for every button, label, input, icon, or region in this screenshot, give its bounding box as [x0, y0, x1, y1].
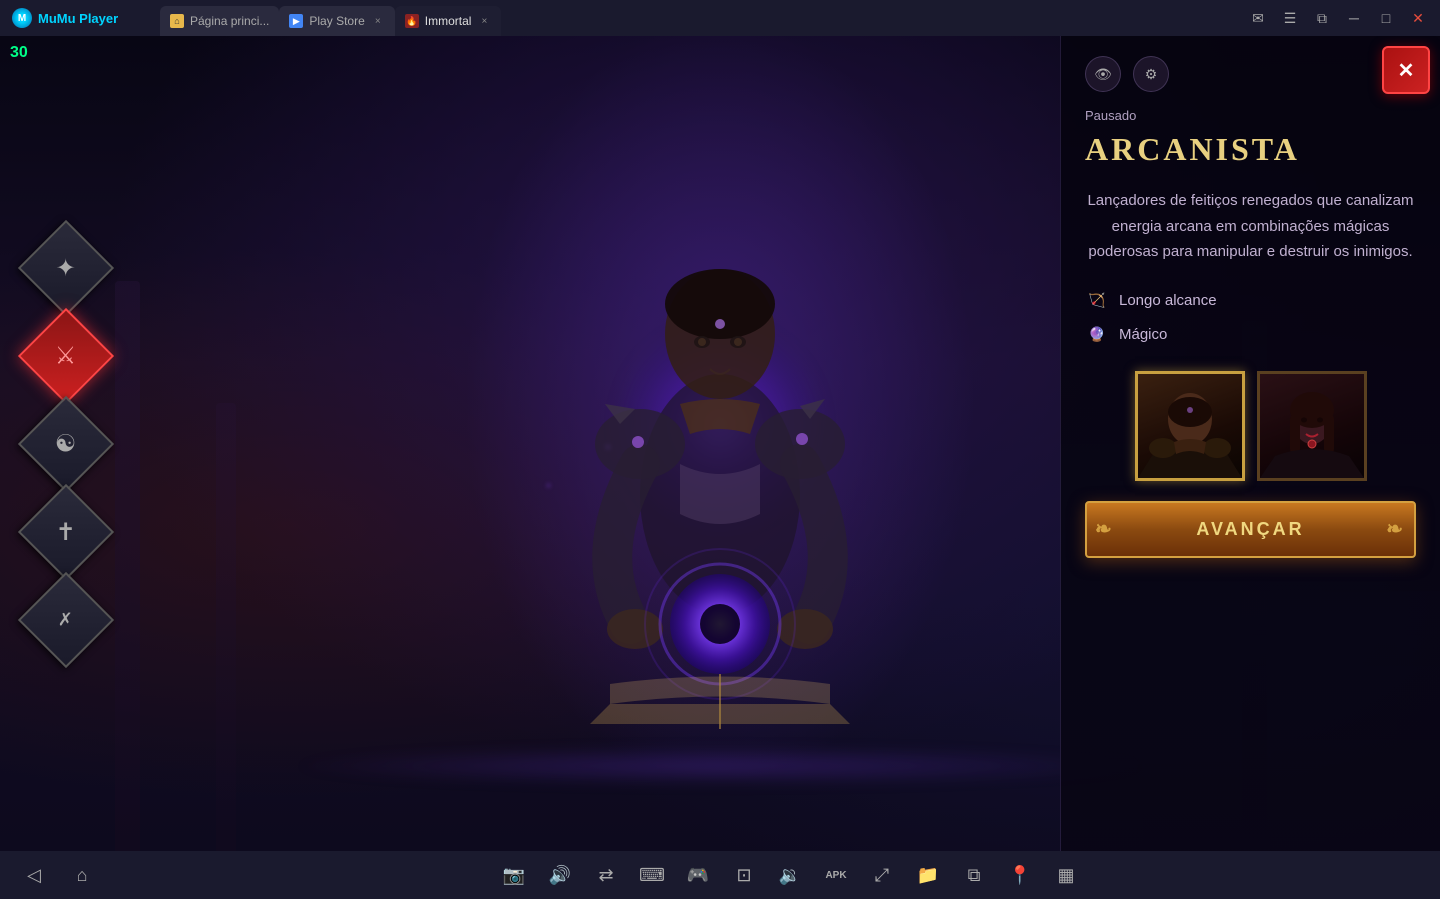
- maximize-button[interactable]: □: [1372, 4, 1400, 32]
- close-panel-button[interactable]: ✕: [1382, 46, 1430, 94]
- female-portrait-svg: [1260, 374, 1364, 478]
- trait-magic-label: Mágico: [1119, 326, 1167, 343]
- portrait-female[interactable]: [1257, 371, 1367, 481]
- advance-btn-ornament-right: ❧: [1386, 517, 1406, 542]
- necromancer-symbol: ✦: [56, 253, 76, 282]
- resize-button[interactable]: ⤢: [868, 861, 896, 889]
- female-portrait-inner: [1260, 374, 1364, 478]
- character-portraits: [1085, 371, 1416, 481]
- taskbar-left: ◁ ⌂: [0, 861, 116, 889]
- eye-icon-button[interactable]: 👁: [1085, 56, 1121, 92]
- app-logo-text: MuMu Player: [38, 11, 118, 26]
- tab-playstore-close[interactable]: ×: [371, 14, 385, 28]
- settings-icon-button[interactable]: ⚙: [1133, 56, 1169, 92]
- male-portrait-inner: [1138, 374, 1242, 478]
- tab-immortal[interactable]: 🔥 Immortal ×: [395, 6, 502, 36]
- game-area: ✦ ⚔ ☯ ✝ ✗ 👁 ⚙ ✕ P: [0, 36, 1440, 851]
- location-button[interactable]: 📍: [1006, 861, 1034, 889]
- tab-immortal-close[interactable]: ×: [477, 14, 491, 28]
- tab-immortal-label: Immortal: [425, 14, 472, 28]
- pillar-left-1: [115, 281, 140, 852]
- back-button[interactable]: ◁: [20, 861, 48, 889]
- tab-playstore-label: Play Store: [309, 14, 364, 28]
- gamepad-button[interactable]: 🎮: [684, 861, 712, 889]
- layout-button[interactable]: ▦: [1052, 861, 1080, 889]
- titlebar: M MuMu Player ⌂ Página princi... ▶ Play …: [0, 0, 1440, 36]
- camera-button[interactable]: 📷: [500, 861, 528, 889]
- tab-playstore[interactable]: ▶ Play Store ×: [279, 6, 394, 36]
- long-range-icon: 🏹: [1085, 289, 1109, 313]
- taskbar-center: 📷 🔊 ⇄ ⌨ 🎮 ⊡ 🔉 APK ⤢ 📁 ⧉ 📍 ▦: [140, 861, 1440, 889]
- class-icon-demon-hunter-diamond: ✗: [18, 571, 114, 667]
- male-portrait-svg: [1138, 374, 1242, 478]
- wizard-symbol: ☯: [55, 429, 77, 458]
- taskbar: ◁ ⌂ 📷 🔊 ⇄ ⌨ 🎮 ⊡ 🔉 APK ⤢ 📁 ⧉ 📍 ▦: [0, 851, 1440, 899]
- right-panel: 👁 ⚙ ✕ Pausado ARCANISTA Lançadores de fe…: [1060, 36, 1440, 851]
- advance-button[interactable]: ❧ AVANÇAR ❧: [1085, 501, 1416, 558]
- trait-long-range-label: Longo alcance: [1119, 292, 1217, 309]
- share-button[interactable]: ⇄: [592, 861, 620, 889]
- class-icon-barbarian[interactable]: ⚔: [30, 320, 102, 392]
- app-logo[interactable]: M MuMu Player: [0, 8, 160, 28]
- class-description: Lançadores de feitiços renegados que can…: [1085, 188, 1416, 265]
- tab-immortal-favicon: 🔥: [405, 14, 419, 28]
- class-icons-panel: ✦ ⚔ ☯ ✝ ✗: [30, 232, 102, 656]
- sound-button[interactable]: 🔉: [776, 861, 804, 889]
- barbarian-symbol: ⚔: [55, 341, 77, 370]
- class-icon-necromancer-diamond: ✦: [18, 219, 114, 315]
- tab-home-label: Página princi...: [190, 14, 269, 28]
- class-icon-wizard-diamond: ☯: [18, 395, 114, 491]
- trait-magic: 🔮 Mágico: [1085, 323, 1416, 347]
- mail-button[interactable]: ✉: [1244, 4, 1272, 32]
- mage-area: [420, 36, 1020, 851]
- magic-icon: 🔮: [1085, 323, 1109, 347]
- crusader-symbol: ✝: [56, 517, 76, 546]
- apk-button[interactable]: APK: [822, 861, 850, 889]
- copy-button[interactable]: ⧉: [960, 861, 988, 889]
- mage-figure-container: [420, 36, 1020, 851]
- mage-figure-svg: [530, 134, 910, 754]
- pillar-left-2: [216, 403, 236, 851]
- class-traits: 🏹 Longo alcance 🔮 Mágico: [1085, 289, 1416, 347]
- keyboard-button[interactable]: ⌨: [638, 861, 666, 889]
- window-close-button[interactable]: ✕: [1404, 4, 1432, 32]
- restore-button[interactable]: ⧉: [1308, 4, 1336, 32]
- tab-playstore-favicon: ▶: [289, 14, 303, 28]
- minimize-button[interactable]: ─: [1340, 4, 1368, 32]
- home-button[interactable]: ⌂: [68, 861, 96, 889]
- app-logo-icon: M: [12, 8, 32, 28]
- demon-hunter-symbol: ✗: [58, 609, 73, 630]
- folder-button[interactable]: 📁: [914, 861, 942, 889]
- tab-home-favicon: ⌂: [170, 14, 184, 28]
- class-title: ARCANISTA: [1085, 131, 1416, 168]
- crop-button[interactable]: ⊡: [730, 861, 758, 889]
- titlebar-actions: ✉ ☰ ⧉ ─ □ ✕: [1236, 4, 1440, 32]
- tab-home[interactable]: ⌂ Página princi...: [160, 6, 279, 36]
- fps-counter: 30: [10, 44, 28, 62]
- paused-label: Pausado: [1085, 108, 1416, 123]
- class-icon-demon-hunter[interactable]: ✗: [30, 584, 102, 656]
- advance-btn-ornament-left: ❧: [1095, 517, 1115, 542]
- class-icon-crusader-diamond: ✝: [18, 483, 114, 579]
- advance-btn-label: AVANÇAR: [1196, 519, 1304, 539]
- tabs-area: ⌂ Página princi... ▶ Play Store × 🔥 Immo…: [160, 0, 1236, 36]
- trait-long-range: 🏹 Longo alcance: [1085, 289, 1416, 313]
- menu-button[interactable]: ☰: [1276, 4, 1304, 32]
- volume-button[interactable]: 🔊: [546, 861, 574, 889]
- class-icon-crusader[interactable]: ✝: [30, 496, 102, 568]
- portrait-male[interactable]: [1135, 371, 1245, 481]
- class-icon-wizard[interactable]: ☯: [30, 408, 102, 480]
- panel-top-icons: 👁 ⚙: [1085, 56, 1416, 92]
- class-icon-barbarian-diamond: ⚔: [18, 307, 114, 403]
- class-icon-necromancer[interactable]: ✦: [30, 232, 102, 304]
